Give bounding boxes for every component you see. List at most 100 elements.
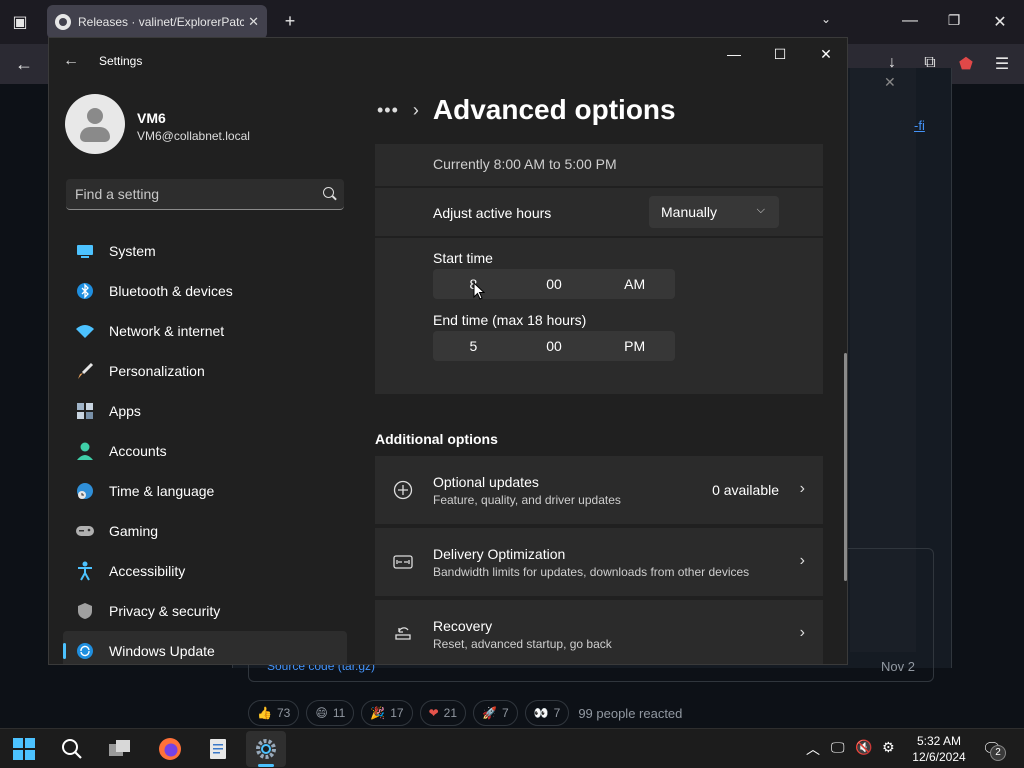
reaction-hooray[interactable]: 🎉 17 [361,700,413,726]
end-hour[interactable]: 5 [433,331,514,361]
task-view-button[interactable] [100,731,140,767]
sidebar-item-accounts[interactable]: Accounts [63,431,347,471]
content-scrollbar[interactable] [844,353,847,581]
reaction-count: 7 [501,706,509,720]
breadcrumb-overflow-button[interactable]: ••• [377,100,399,121]
globe-clock-icon [75,481,95,501]
search-button[interactable] [52,731,92,767]
release-date: Nov 2 [881,659,915,674]
option-title: Optional updates [433,474,539,490]
menu-icon[interactable]: ☰ [990,54,1014,74]
option-subtitle: Bandwidth limits for updates, downloads … [433,565,750,579]
minimize-button[interactable]: — [711,38,757,70]
github-icon [55,14,71,30]
chevron-right-icon: › [799,552,805,569]
sidebar-item-accessibility[interactable]: Accessibility [63,551,347,591]
update-icon [75,641,95,661]
reaction-laugh[interactable]: 😄 11 [306,700,355,726]
reaction-heart[interactable]: ❤ 21 [419,700,467,726]
back-arrow-icon[interactable]: ← [63,52,79,70]
chevron-right-icon: › [799,480,805,497]
maximize-icon[interactable]: ❐ [944,12,964,29]
maximize-button[interactable]: ☐ [757,38,803,70]
search-box[interactable] [66,179,344,210]
dialog-close-icon[interactable]: ✕ [884,74,896,91]
new-tab-button[interactable]: + [280,11,300,32]
reaction-eyes[interactable]: 👀 7 [524,700,570,726]
reaction-emoji: ❤ [428,706,439,720]
tab-list-icon[interactable]: ▣ [10,12,30,32]
dropdown-value: Manually [661,204,718,220]
minimize-icon[interactable]: — [900,12,920,30]
sidebar-item-windows-update[interactable]: Windows Update [63,631,347,664]
back-arrow-icon[interactable]: ← [12,54,36,75]
active-hours-current-card: Currently 8:00 AM to 5:00 PM [375,144,823,186]
sidebar-item-label: Personalization [109,363,205,379]
reaction-rocket[interactable]: 🚀 7 [473,700,518,726]
firefox-button[interactable] [150,731,190,767]
monitor-icon [75,241,95,261]
start-minute[interactable]: 00 [514,269,595,299]
network-icon[interactable]: 🖵 [831,739,845,756]
reaction-thumbs-up[interactable]: 👍 73 [248,700,300,726]
settings-window: ← Settings — ☐ ✕ VM6 VM6@collabnet.local… [48,37,848,665]
option-delivery-optimization[interactable]: Delivery Optimization Bandwidth limits f… [375,528,823,596]
sidebar-nav: System Bluetooth & devices Network & int… [63,231,347,664]
reaction-count: 73 [276,706,291,720]
reaction-emoji: 👍 [257,706,272,720]
sidebar-item-apps[interactable]: Apps [63,391,347,431]
end-minute[interactable]: 00 [514,331,595,361]
windows-logo-icon [13,738,35,760]
taskbar-clock[interactable]: 5:32 AM 12/6/2024 [904,733,974,765]
gear-icon [256,739,276,759]
sidebar-item-privacy[interactable]: Privacy & security [63,591,347,631]
tab-overflow-icon[interactable]: ⌄ [816,12,836,26]
ublock-icon[interactable]: ⬟ [954,54,978,74]
sidebar-item-bluetooth[interactable]: Bluetooth & devices [63,271,347,311]
delivery-icon [393,555,413,569]
sidebar-item-label: Privacy & security [109,603,221,619]
close-tab-icon[interactable]: ✕ [248,14,259,30]
close-icon[interactable]: ✕ [990,12,1010,32]
sidebar-item-network[interactable]: Network & internet [63,311,347,351]
apps-icon [75,401,95,421]
end-time-picker[interactable]: 5 00 PM [433,331,675,361]
settings-tray-gear-icon[interactable]: ⚙ [882,739,895,756]
sidebar-item-label: Accessibility [109,563,186,579]
sidebar-item-time-language[interactable]: Time & language [63,471,347,511]
settings-taskbar-button[interactable] [246,731,286,767]
sidebar-item-personalization[interactable]: Personalization [63,351,347,391]
option-recovery[interactable]: Recovery Reset, advanced startup, go bac… [375,600,823,664]
option-optional-updates[interactable]: Optional updates Feature, quality, and d… [375,456,823,524]
reaction-emoji: 👀 [533,706,549,720]
plus-circle-icon [393,480,413,500]
mouse-cursor-icon [473,282,485,300]
chevron-down-icon: ⌵ [756,204,765,216]
wifi-icon [75,321,95,341]
sidebar-item-system[interactable]: System [63,231,347,271]
start-time-picker[interactable]: 8 00 AM [433,269,675,299]
end-period[interactable]: PM [594,331,675,361]
close-button[interactable]: ✕ [803,38,847,70]
start-time-label: Start time [433,250,493,266]
start-button[interactable] [4,731,44,767]
end-time-label: End time (max 18 hours) [433,312,587,328]
active-hours-current: Currently 8:00 AM to 5:00 PM [433,156,617,172]
start-period[interactable]: AM [594,269,675,299]
search-input[interactable] [66,179,344,209]
volume-muted-icon[interactable]: 🔇 [855,739,872,756]
release-link[interactable]: -fi [914,118,925,133]
reaction-count: 11 [332,706,346,720]
recovery-icon [395,627,411,640]
show-hidden-icons-chevron-up-icon[interactable]: ︿ [806,739,820,759]
notepad-button[interactable] [198,731,238,767]
chevron-right-icon: › [412,99,419,120]
option-subtitle: Reset, advanced startup, go back [433,637,612,651]
avatar[interactable] [65,94,125,154]
browser-tab[interactable]: Releases · valinet/ExplorerPatcher ✕ [47,5,267,39]
sidebar-item-gaming[interactable]: Gaming [63,511,347,551]
breadcrumb: ••• › Advanced options [377,94,676,126]
option-subtitle: Feature, quality, and driver updates [433,493,621,507]
search-icon[interactable] [323,187,334,198]
active-hours-mode-dropdown[interactable]: Manually ⌵ [649,196,779,228]
